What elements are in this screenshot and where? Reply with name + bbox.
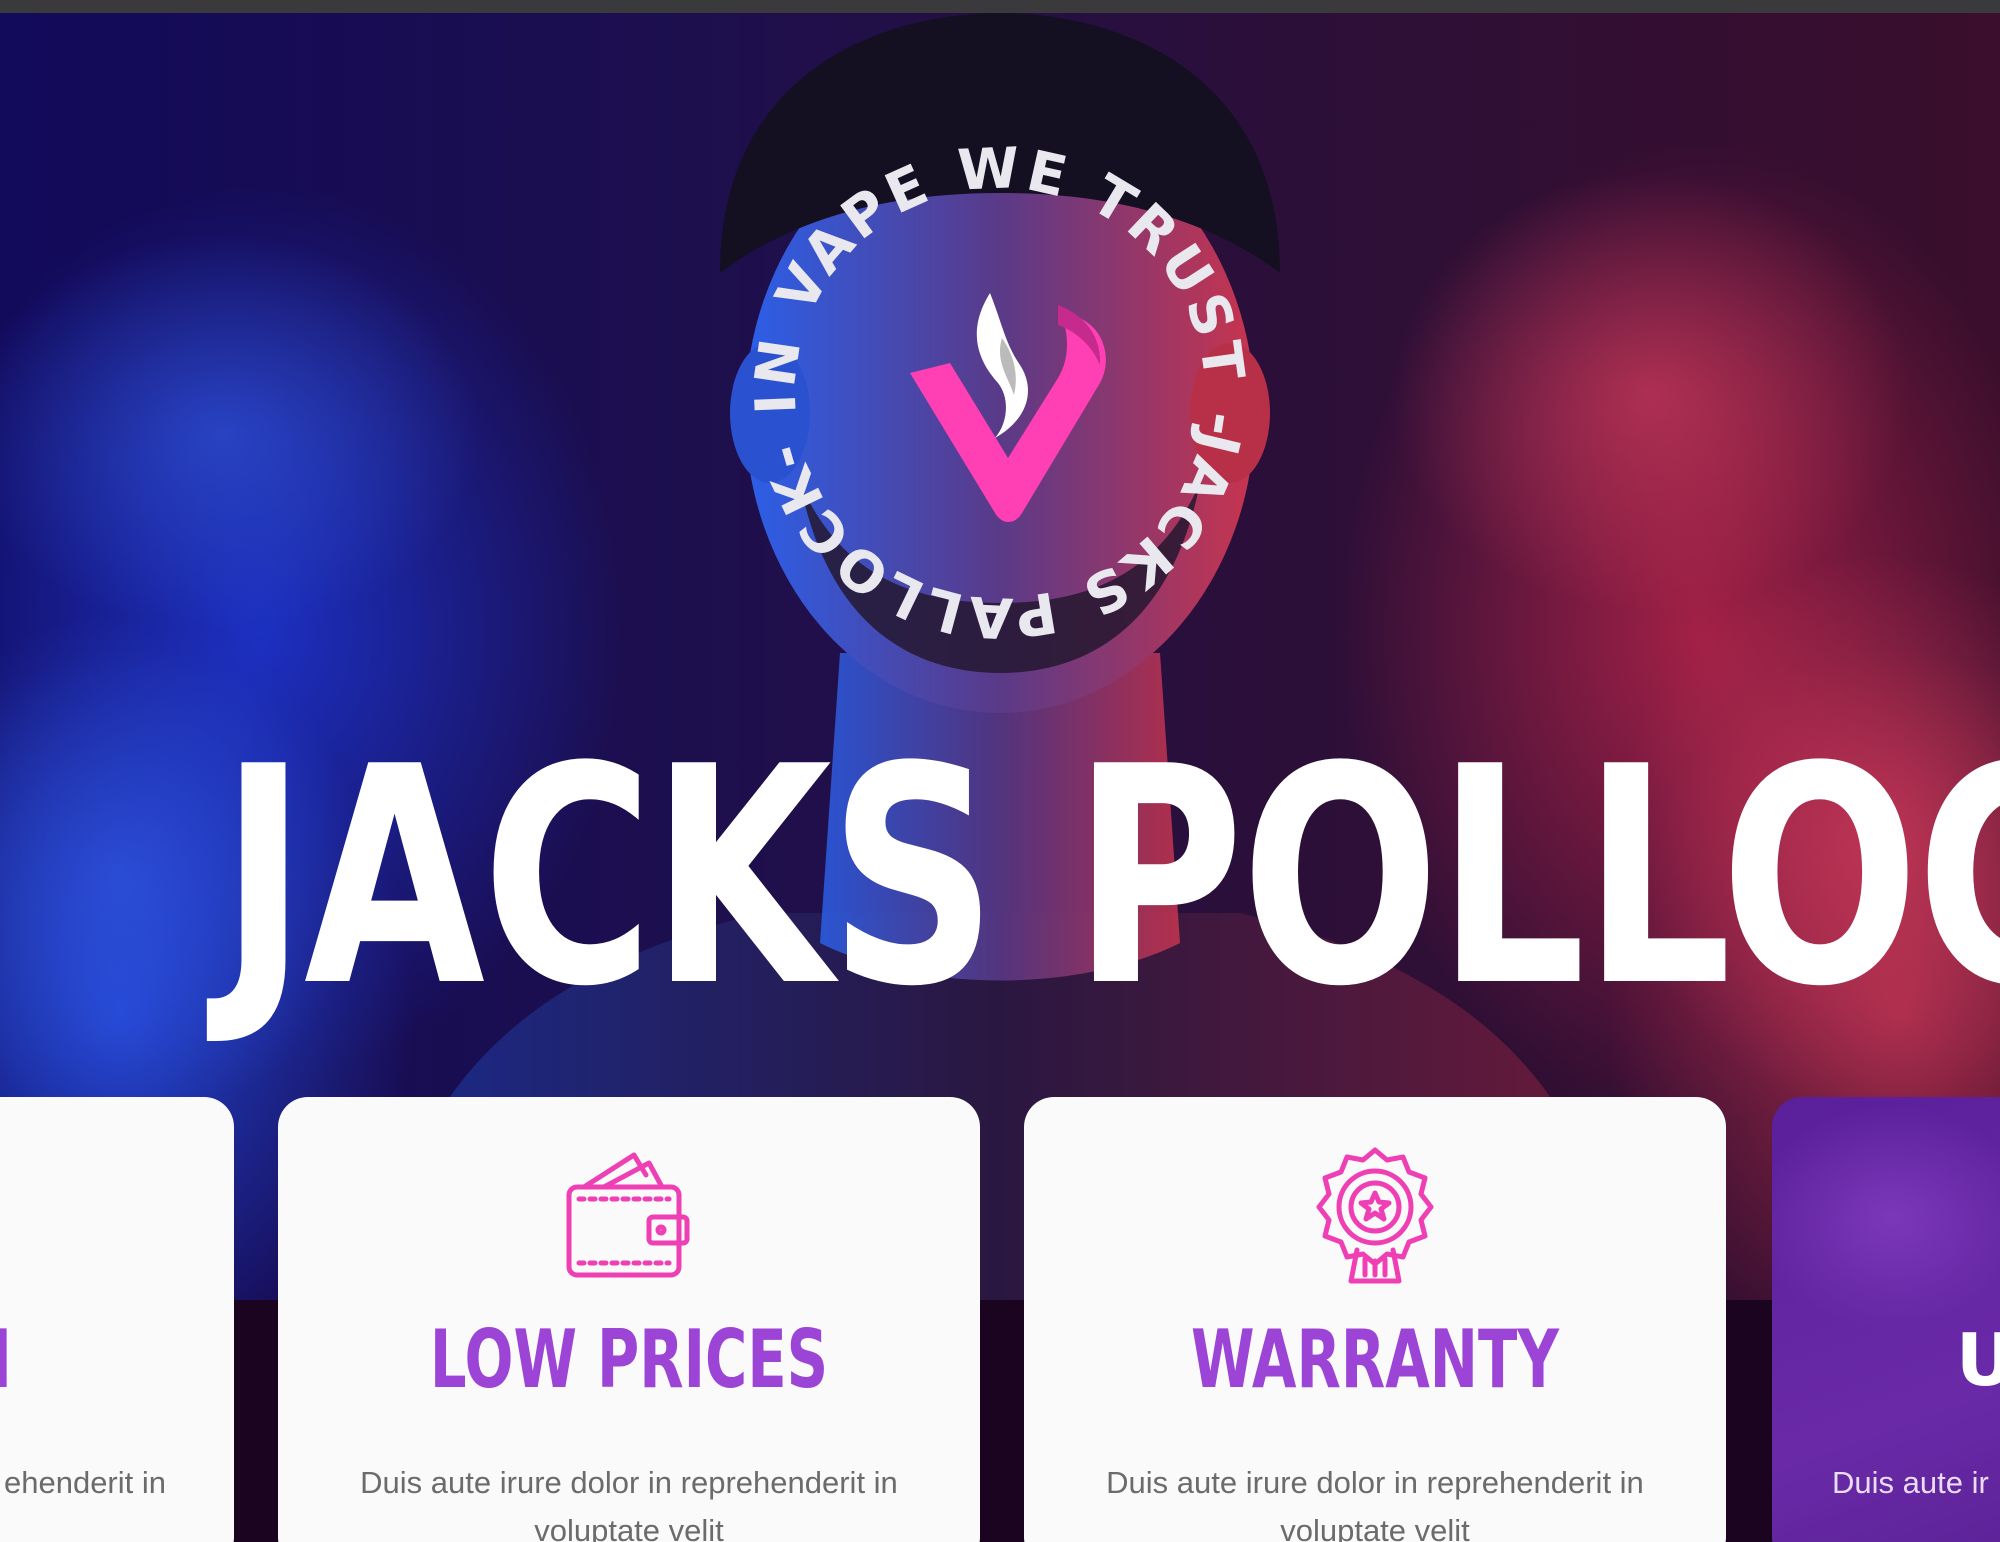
wallet-icon (566, 1152, 690, 1278)
svg-text:JACKS PALLOCK- IN VAPE WE TRUS: JACKS PALLOCK- IN VAPE WE TRUST - ESD 20… (740, 133, 1260, 653)
browser-top-strip (0, 0, 2000, 13)
badge-ring-text: JACKS PALLOCK- IN VAPE WE TRUST - ESD 20… (740, 133, 1260, 653)
feature-card-title: US (1956, 1318, 2000, 1402)
feature-card-text: ehenderit in (3, 1465, 166, 1500)
award-badge-icon (1316, 1147, 1434, 1284)
feature-card-title: LOW PRICES (429, 1313, 829, 1406)
feature-card-support: US Duis aute ir (1772, 1097, 2000, 1542)
features-list: RN ehenderit in LOW PRICES Duis aute iru… (0, 1097, 2000, 1542)
hero-title: JACKS POLLOCK (220, 703, 2000, 1052)
feature-card-text: Duis aute irure dolor in reprehenderit i… (360, 1465, 898, 1542)
feature-card-warranty: WARRANTY Duis aute irure dolor in repreh… (1024, 1097, 1726, 1542)
feature-card-return: RN ehenderit in (0, 1097, 234, 1542)
feature-card-title: WARRANTY (1190, 1313, 1560, 1406)
feature-card-low-prices: LOW PRICES Duis aute irure dolor in repr… (278, 1097, 980, 1542)
feature-card-text: Duis aute ir (1832, 1465, 1989, 1500)
page: JACKS PALLOCK- IN VAPE WE TRUST - ESD 20… (0, 0, 2000, 1542)
brand-badge-logo: JACKS PALLOCK- IN VAPE WE TRUST - ESD 20… (740, 133, 1260, 653)
feature-card-title: RN (0, 1315, 14, 1405)
feature-card-text: Duis aute irure dolor in reprehenderit i… (1106, 1465, 1644, 1542)
